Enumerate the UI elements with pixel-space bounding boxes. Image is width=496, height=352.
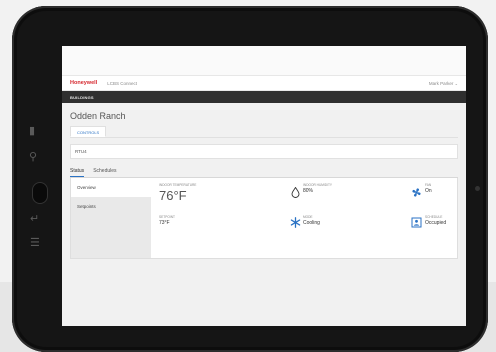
status-panel: Overview Setpoints INDOOR TEMPERATURE 76… <box>70 178 458 259</box>
tablet-device: ▮ ⚲ ↵ ☰ Honeywell LCBS Connect Mark Park… <box>12 6 488 352</box>
tab-schedules[interactable]: Schedules <box>93 168 116 177</box>
status-tabs: Status Schedules <box>70 168 458 178</box>
fan-icon <box>411 185 422 203</box>
tab-controls[interactable]: CONTROLS <box>70 126 107 137</box>
mode-value: Cooling <box>303 220 320 226</box>
left-nav-overview-label: Overview <box>77 185 96 190</box>
schedule-label: SCHEDULE <box>425 215 443 219</box>
tablet-screen: Honeywell LCBS Connect Mark Parker ⌄ BUI… <box>62 46 466 326</box>
camera-lens <box>475 186 480 191</box>
fan-value: On <box>425 188 432 194</box>
indoor-humidity-value: 80% <box>303 188 314 194</box>
metric-mode: MODE Cooling <box>303 215 320 226</box>
page-title: Odden Ranch <box>70 111 126 121</box>
indoor-temperature-label: INDOOR TEMPERATURE <box>159 183 197 187</box>
drop-icon <box>291 185 300 203</box>
chevron-down-icon: ⌄ <box>454 80 458 86</box>
metric-fan: FAN On <box>425 183 432 194</box>
schedule-value: Occupied <box>425 220 447 226</box>
setpoint-value: 73°F <box>159 220 170 226</box>
metric-indoor-humidity: INDOOR HUMIDITY 80% <box>303 183 332 194</box>
app-header: Honeywell LCBS Connect Mark Parker ⌄ <box>62 75 466 91</box>
app-name: LCBS Connect <box>107 80 137 86</box>
back-icon: ↵ <box>30 213 40 225</box>
left-nav: Overview Setpoints <box>71 178 151 258</box>
user-name: Mark Parker <box>428 80 454 86</box>
home-button[interactable] <box>32 182 48 204</box>
indoor-humidity-label: INDOOR HUMIDITY <box>303 183 333 187</box>
snowflake-icon <box>290 215 301 233</box>
indoor-temperature-value: 76°F <box>159 188 187 203</box>
overview-metrics: INDOOR TEMPERATURE 76°F INDOOR HUMIDITY … <box>151 178 457 258</box>
device-selector[interactable]: RTU4 <box>70 144 458 159</box>
device-name: RTU4 <box>75 149 87 154</box>
left-nav-overview[interactable]: Overview <box>71 178 151 197</box>
nav-item-buildings[interactable]: BUILDINGS <box>70 95 94 100</box>
metric-setpoint: SETPOINT 73°F <box>159 215 175 226</box>
fan-label: FAN <box>425 183 432 187</box>
main-content: Odden Ranch CONTROLS RTU4 Status Schedul… <box>62 103 466 326</box>
sub-tab-bar: CONTROLS <box>70 126 458 138</box>
honeywell-logo[interactable]: Honeywell <box>70 80 97 86</box>
metric-indoor-temperature: INDOOR TEMPERATURE 76°F <box>159 183 196 203</box>
mode-label: MODE <box>303 215 313 219</box>
metric-schedule: SCHEDULE Occupied <box>425 215 446 226</box>
schedule-icon <box>411 215 422 233</box>
settings-icon: ☰ <box>30 237 40 249</box>
speaker-icon: ▮ <box>29 125 36 137</box>
left-nav-setpoints-label: Setpoints <box>77 204 96 209</box>
left-nav-setpoints[interactable]: Setpoints <box>71 197 151 216</box>
tab-status[interactable]: Status <box>70 168 85 177</box>
browser-blank-area <box>62 46 466 75</box>
search-icon: ⚲ <box>29 151 38 163</box>
setpoint-label: SETPOINT <box>159 215 175 219</box>
user-menu[interactable]: Mark Parker ⌄ <box>429 81 458 86</box>
